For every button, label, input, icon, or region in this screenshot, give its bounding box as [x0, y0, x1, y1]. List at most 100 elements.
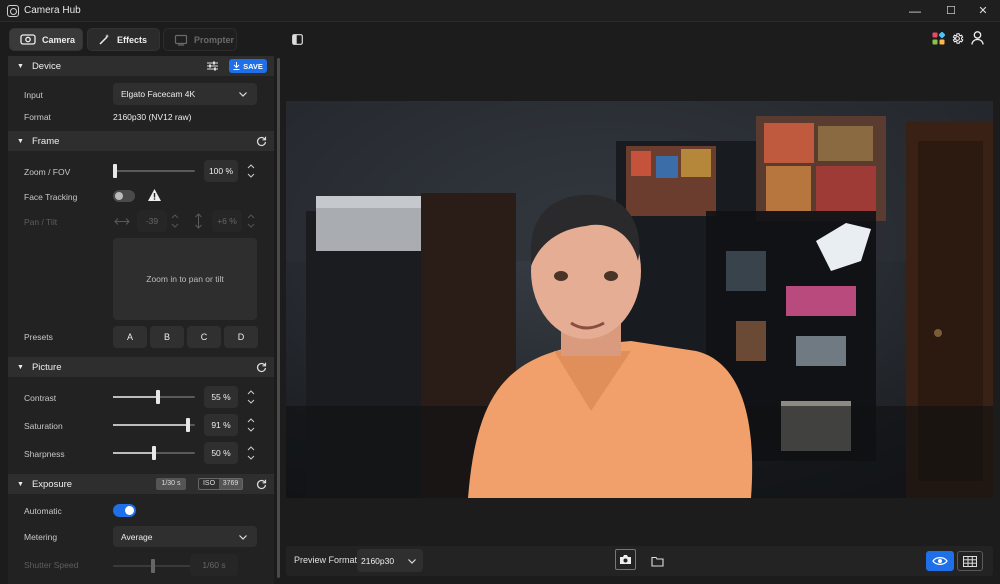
gear-icon[interactable]	[950, 31, 965, 46]
pan-value-field[interactable]: -39	[137, 210, 167, 232]
face-tracking-toggle[interactable]	[113, 190, 135, 202]
contrast-value-field[interactable]: 55 %	[204, 386, 238, 408]
zoom-stepper[interactable]	[245, 160, 257, 182]
close-button[interactable]: ✕	[966, 0, 1000, 22]
iso-badge-value: 3769	[219, 479, 242, 489]
camera-feed-image	[286, 101, 993, 498]
shutter-speed-label: Shutter Speed	[24, 560, 79, 570]
preset-c-button[interactable]: C	[187, 326, 221, 348]
pan-tilt-label: Pan / Tilt	[24, 217, 58, 227]
snapshot-button[interactable]	[615, 549, 636, 570]
collapse-triangle-icon: ▼	[17, 62, 24, 70]
sharpness-slider[interactable]	[113, 446, 195, 460]
frame-header-label: Frame	[31, 135, 60, 147]
contrast-slider-thumb[interactable]	[156, 390, 160, 404]
pan-tilt-hint: Zoom in to pan or tilt	[146, 274, 224, 284]
saturation-value-field[interactable]: 91 %	[204, 414, 238, 436]
face-tracking-label: Face Tracking	[24, 192, 78, 202]
tilt-value-field[interactable]: +6 %	[212, 210, 242, 232]
automatic-label: Automatic	[24, 506, 62, 516]
saturation-label: Saturation	[24, 421, 63, 431]
tilt-stepper[interactable]	[245, 210, 257, 232]
teleprompter-icon	[174, 34, 188, 46]
eye-icon	[932, 557, 948, 565]
collapse-panel-icon[interactable]	[290, 32, 304, 46]
pan-tilt-pad[interactable]: Zoom in to pan or tilt	[113, 238, 257, 320]
camera-icon	[620, 555, 631, 564]
tab-camera[interactable]: Camera	[9, 28, 83, 51]
contrast-slider[interactable]	[113, 390, 195, 404]
tab-effects-label: Effects	[117, 34, 148, 45]
metering-select[interactable]: Average	[113, 526, 257, 547]
settings-panel: ▼ Device SAVE Input Elgato Facecam 4K Fo…	[8, 56, 274, 584]
save-button-label: SAVE	[243, 61, 263, 71]
contrast-stepper[interactable]	[245, 386, 257, 408]
automatic-exposure-toggle[interactable]	[113, 504, 136, 517]
saturation-slider[interactable]	[113, 418, 195, 432]
sharpness-slider-thumb[interactable]	[152, 446, 156, 460]
shutter-speed-field[interactable]: 1/60 s	[190, 554, 238, 576]
tab-prompter-label: Prompter	[194, 34, 235, 45]
camera-hub-app-icon	[7, 5, 19, 17]
shutter-speed-slider[interactable]	[113, 559, 195, 573]
zoom-slider[interactable]	[113, 164, 195, 178]
shutter-speed-slider-thumb[interactable]	[151, 559, 155, 573]
reset-exposure-icon[interactable]	[254, 477, 268, 491]
iso-badge-label: ISO	[202, 480, 216, 487]
reset-picture-icon[interactable]	[254, 360, 268, 374]
preset-a-button[interactable]: A	[113, 326, 147, 348]
pan-stepper[interactable]	[169, 210, 181, 232]
shutter-badge: 1/30 s	[156, 478, 186, 490]
saturation-stepper[interactable]	[245, 414, 257, 436]
preview-format-value: 2160p30	[361, 555, 395, 566]
color-apps-icon[interactable]	[931, 31, 946, 46]
zoom-slider-thumb[interactable]	[113, 164, 117, 178]
sharpness-label: Sharpness	[24, 449, 65, 459]
picture-section-header[interactable]: ▼ Picture	[8, 357, 274, 377]
tab-effects[interactable]: Effects	[87, 28, 160, 51]
metering-value: Average	[121, 531, 153, 542]
reset-frame-icon[interactable]	[254, 134, 268, 148]
sharpness-value-field[interactable]: 50 %	[204, 442, 238, 464]
format-value: 2160p30 (NV12 raw)	[113, 112, 192, 122]
preset-b-button[interactable]: B	[150, 326, 184, 348]
top-toolbar: Camera Effects Prompter	[0, 22, 1000, 56]
grid-overlay-button[interactable]	[957, 551, 983, 571]
sidebar-scrollbar-thumb[interactable]	[277, 58, 280, 578]
format-label: Format	[24, 112, 51, 122]
device-header-label: Device	[31, 60, 61, 72]
input-device-value: Elgato Facecam 4K	[121, 89, 196, 99]
minimize-button[interactable]: —	[898, 0, 932, 22]
chevron-down-icon	[239, 92, 247, 97]
collapse-triangle-icon: ▼	[17, 363, 24, 371]
contrast-slider-fill	[113, 396, 158, 398]
tab-camera-label: Camera	[42, 34, 76, 45]
collapse-triangle-icon: ▼	[17, 480, 24, 488]
camera-preview	[286, 101, 993, 498]
sharpness-slider-fill	[113, 452, 154, 454]
maximize-button[interactable]: ☐	[934, 0, 968, 22]
frame-section-header[interactable]: ▼ Frame	[8, 131, 274, 151]
zoom-value-field[interactable]: 100 %	[204, 160, 238, 182]
preview-visibility-button[interactable]	[926, 551, 954, 571]
input-label: Input	[24, 90, 43, 100]
contrast-label: Contrast	[24, 393, 57, 403]
sliders-icon[interactable]	[205, 59, 219, 73]
folder-button[interactable]	[648, 552, 666, 570]
tab-prompter[interactable]: Prompter	[163, 28, 237, 51]
window-title: Camera Hub	[24, 5, 81, 16]
user-icon[interactable]	[969, 30, 985, 46]
saturation-slider-fill	[113, 424, 188, 426]
warning-icon	[148, 189, 161, 201]
metering-label: Metering	[24, 532, 58, 542]
download-icon	[233, 62, 240, 70]
saturation-slider-thumb[interactable]	[186, 418, 190, 432]
save-button[interactable]: SAVE	[229, 59, 267, 73]
grid-icon	[963, 555, 977, 567]
preset-d-button[interactable]: D	[224, 326, 258, 348]
sharpness-stepper[interactable]	[245, 442, 257, 464]
webcam-icon	[20, 34, 36, 45]
preview-bottom-bar: Preview Format 2160p30	[286, 546, 993, 576]
preview-format-select[interactable]: 2160p30	[357, 549, 423, 572]
input-device-select[interactable]: Elgato Facecam 4K	[113, 83, 257, 105]
